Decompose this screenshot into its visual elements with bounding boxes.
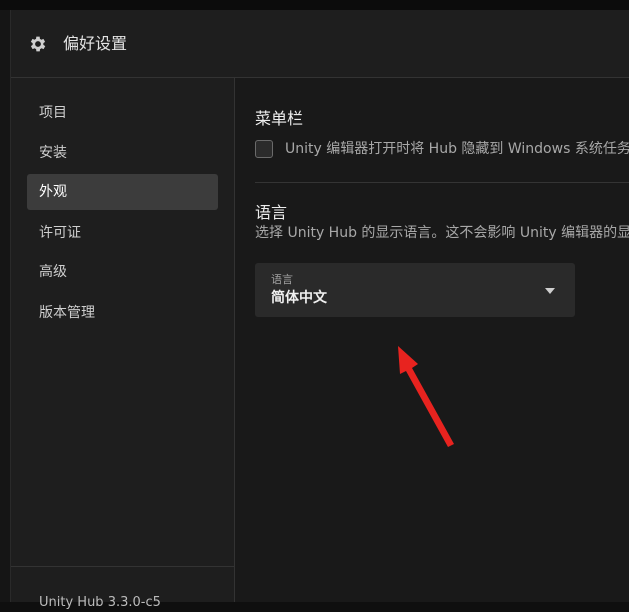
sidebar-item-label: 项目 — [39, 105, 67, 121]
sidebar-item-projects[interactable]: 项目 — [27, 95, 218, 131]
gear-icon — [30, 36, 46, 52]
caret-down-icon — [545, 288, 555, 294]
background-window-edge — [0, 10, 11, 602]
dialog-header: 偏好设置 — [11, 10, 629, 78]
sidebar-item-appearance[interactable]: 外观 — [27, 174, 218, 210]
sidebar-item-version-control[interactable]: 版本管理 — [27, 295, 218, 331]
sidebar-item-label: 许可证 — [39, 225, 81, 241]
language-select[interactable]: 语言 简体中文 — [255, 263, 575, 317]
window-top-strip — [0, 0, 629, 10]
sidebar-item-label: 外观 — [39, 184, 67, 200]
sidebar-item-label: 安装 — [39, 145, 67, 161]
sidebar-item-label: 版本管理 — [39, 305, 95, 321]
menubar-section-title: 菜单栏 — [255, 109, 304, 128]
sidebar-divider — [11, 566, 234, 567]
section-divider — [255, 182, 629, 183]
language-select-label: 语言 — [271, 273, 293, 286]
sidebar-item-label: 高级 — [39, 264, 67, 280]
sidebar-item-advanced[interactable]: 高级 — [27, 254, 218, 290]
hub-version-text: Unity Hub 3.3.0-c5 — [39, 595, 161, 610]
language-section-title: 语言 — [255, 203, 288, 222]
sidebar-item-installs[interactable]: 安装 — [27, 135, 218, 171]
hide-hub-to-tray-label[interactable]: Unity 编辑器打开时将 Hub 隐藏到 Windows 系统任务栏 — [285, 140, 629, 158]
preferences-dialog: 偏好设置 项目 安装 外观 许可证 高级 版本管理 Unity Hub 3.3.… — [11, 10, 629, 610]
hide-hub-to-tray-checkbox[interactable] — [255, 140, 273, 158]
language-section-description: 选择 Unity Hub 的显示语言。这不会影响 Unity 编辑器的显示语言。 — [255, 225, 629, 241]
language-select-value: 简体中文 — [271, 290, 327, 306]
dialog-title: 偏好设置 — [63, 34, 128, 53]
red-annotation-arrow-icon — [398, 346, 454, 447]
sidebar-item-licenses[interactable]: 许可证 — [27, 215, 218, 251]
preferences-sidebar: 项目 安装 外观 许可证 高级 版本管理 Unity Hub 3.3.0-c5 — [11, 78, 235, 610]
